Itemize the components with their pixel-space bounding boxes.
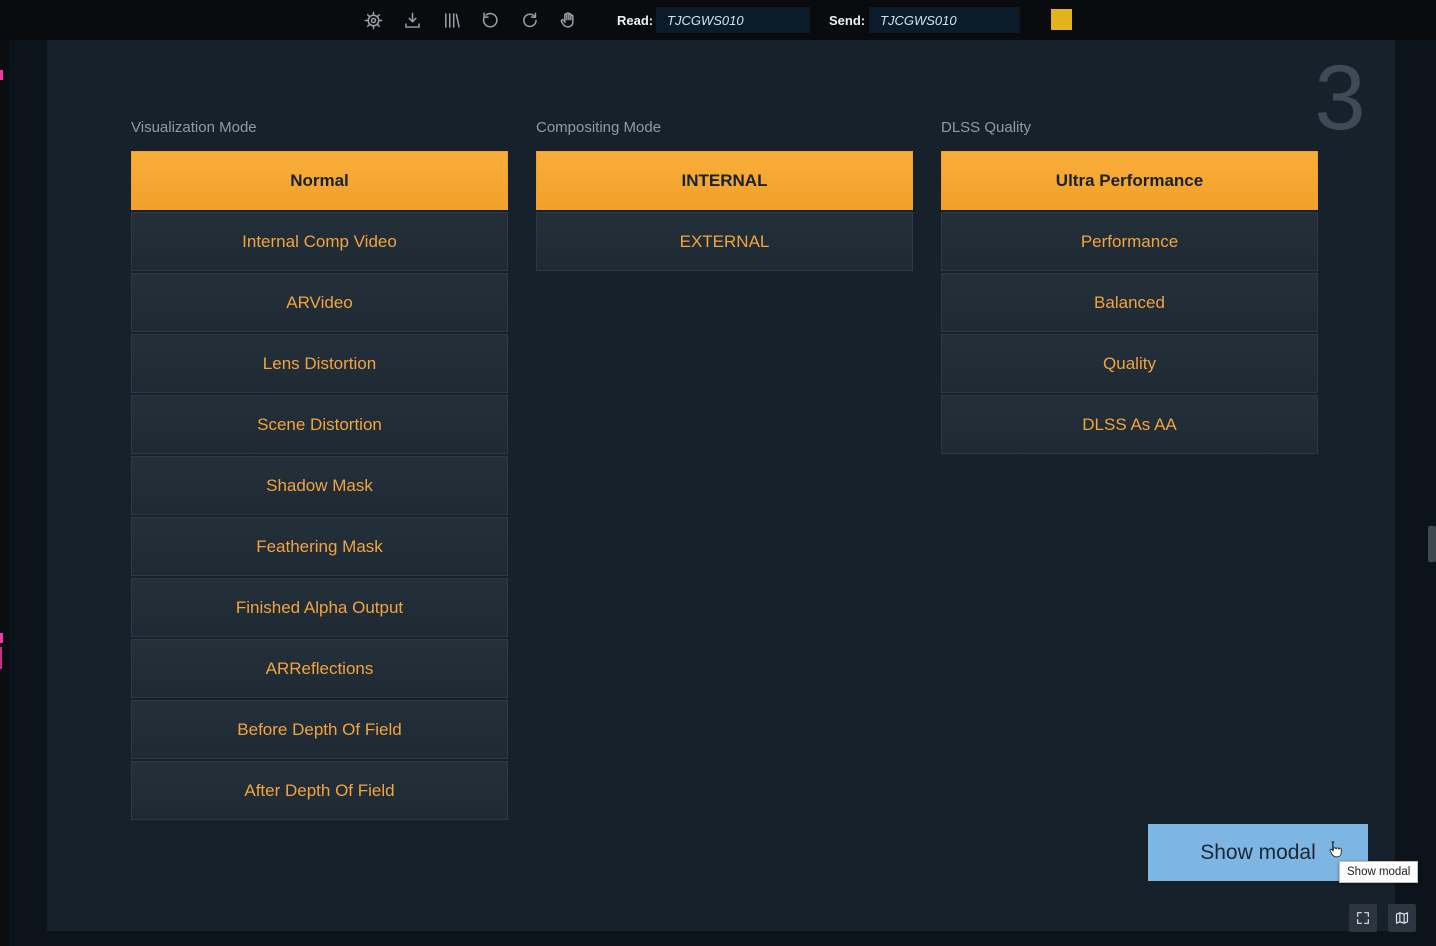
option-lens-distortion[interactable]: Lens Distortion (131, 334, 508, 393)
option-ultra-performance[interactable]: Ultra Performance (941, 151, 1318, 210)
read-label: Read: (617, 13, 653, 28)
status-indicator (1051, 9, 1072, 30)
app-window: Read: Send: 3 Visualization ModeNormalIn… (0, 0, 1436, 946)
group-label: DLSS Quality (941, 118, 1318, 138)
artifact-mark (0, 647, 2, 669)
gear-icon[interactable] (363, 10, 384, 31)
artifact-mark (0, 633, 3, 643)
option-quality[interactable]: Quality (941, 334, 1318, 393)
expand-button[interactable] (1349, 904, 1377, 932)
group-label: Visualization Mode (131, 118, 508, 138)
map-button[interactable] (1388, 904, 1416, 932)
send-input[interactable] (869, 7, 1020, 33)
artifact-mark (0, 70, 3, 80)
group-compositing-mode: Compositing Mode INTERNALEXTERNAL (536, 118, 913, 273)
option-arvideo[interactable]: ARVideo (131, 273, 508, 332)
toolbar: Read: Send: (0, 0, 1436, 40)
option-internal[interactable]: INTERNAL (536, 151, 913, 210)
option-internal-comp-video[interactable]: Internal Comp Video (131, 212, 508, 271)
group-visualization-mode: Visualization Mode NormalInternal Comp Vi… (131, 118, 508, 822)
option-finished-alpha-output[interactable]: Finished Alpha Output (131, 578, 508, 637)
show-modal-tooltip: Show modal (1339, 861, 1418, 883)
show-modal-button[interactable]: Show modal (1148, 824, 1368, 881)
option-before-depth-of-field[interactable]: Before Depth Of Field (131, 700, 508, 759)
history-icon[interactable] (480, 10, 501, 31)
option-feathering-mask[interactable]: Feathering Mask (131, 517, 508, 576)
option-scene-distortion[interactable]: Scene Distortion (131, 395, 508, 454)
option-performance[interactable]: Performance (941, 212, 1318, 271)
option-shadow-mask[interactable]: Shadow Mask (131, 456, 508, 515)
option-normal[interactable]: Normal (131, 151, 508, 210)
option-after-depth-of-field[interactable]: After Depth Of Field (131, 761, 508, 820)
option-balanced[interactable]: Balanced (941, 273, 1318, 332)
library-icon[interactable] (441, 10, 462, 31)
expand-icon (1355, 910, 1371, 926)
option-external[interactable]: EXTERNAL (536, 212, 913, 271)
scrollbar-thumb[interactable] (1428, 526, 1436, 562)
read-input[interactable] (656, 7, 810, 33)
option-dlss-as-aa[interactable]: DLSS As AA (941, 395, 1318, 454)
group-label: Compositing Mode (536, 118, 913, 138)
sync-icon[interactable] (519, 10, 540, 31)
send-label: Send: (829, 13, 865, 28)
hand-icon[interactable] (558, 10, 579, 31)
map-icon (1394, 910, 1410, 926)
left-edge-strip (0, 40, 9, 946)
option-arreflections[interactable]: ARReflections (131, 639, 508, 698)
button-groups: Visualization Mode NormalInternal Comp Vi… (131, 118, 1318, 822)
group-dlss-quality: DLSS Quality Ultra PerformancePerformance… (941, 118, 1318, 456)
toolbar-icons (363, 0, 579, 40)
download-icon[interactable] (402, 10, 423, 31)
